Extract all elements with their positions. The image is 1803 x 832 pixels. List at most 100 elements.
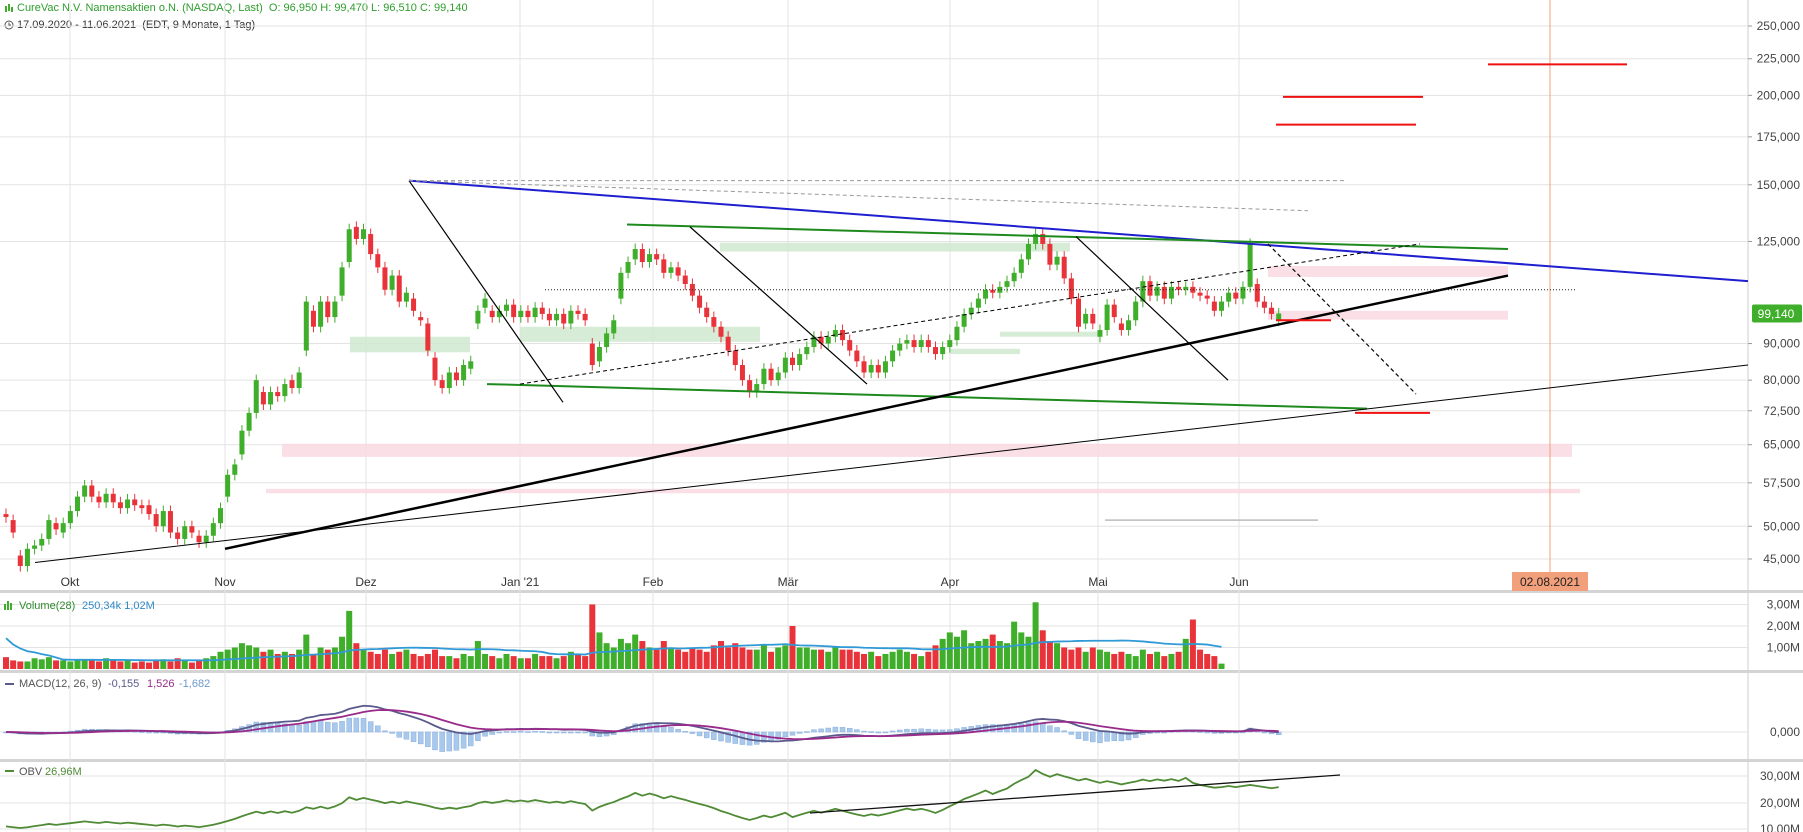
candle[interactable] bbox=[918, 334, 924, 353]
candle[interactable] bbox=[67, 505, 73, 529]
candle[interactable] bbox=[532, 302, 538, 323]
candle[interactable] bbox=[775, 366, 781, 386]
candle[interactable] bbox=[504, 299, 509, 317]
trendline-black-main[interactable] bbox=[224, 274, 1509, 551]
candle[interactable] bbox=[1083, 308, 1089, 330]
candle[interactable] bbox=[482, 293, 488, 314]
candle[interactable] bbox=[596, 341, 602, 367]
candle[interactable] bbox=[704, 302, 710, 323]
candle[interactable] bbox=[146, 499, 152, 520]
candle[interactable] bbox=[782, 352, 788, 379]
candle[interactable] bbox=[1168, 281, 1174, 305]
candle[interactable] bbox=[1240, 281, 1246, 305]
candle[interactable] bbox=[847, 334, 853, 357]
candle[interactable] bbox=[268, 386, 274, 411]
candle[interactable] bbox=[582, 308, 588, 326]
candle[interactable] bbox=[89, 479, 95, 503]
candle[interactable] bbox=[546, 308, 552, 326]
candle[interactable] bbox=[561, 308, 567, 330]
candle[interactable] bbox=[432, 352, 438, 386]
candle[interactable] bbox=[554, 308, 560, 326]
candle[interactable] bbox=[575, 305, 581, 320]
candle[interactable] bbox=[925, 334, 931, 353]
candle[interactable] bbox=[768, 363, 774, 386]
candle[interactable] bbox=[403, 287, 409, 308]
candle[interactable] bbox=[275, 386, 281, 402]
candle[interactable] bbox=[661, 253, 667, 279]
candle[interactable] bbox=[1261, 296, 1267, 314]
candle[interactable] bbox=[911, 334, 917, 353]
candle[interactable] bbox=[625, 256, 631, 279]
candle[interactable] bbox=[632, 243, 638, 266]
candle[interactable] bbox=[425, 317, 431, 357]
candle[interactable] bbox=[468, 355, 474, 375]
candle[interactable] bbox=[1140, 275, 1146, 308]
price-zone[interactable] bbox=[720, 242, 1070, 252]
candle[interactable] bbox=[189, 520, 195, 539]
candle[interactable] bbox=[654, 248, 660, 266]
candle[interactable] bbox=[346, 223, 352, 268]
trendline-blue[interactable] bbox=[408, 179, 1749, 283]
candle[interactable] bbox=[46, 514, 52, 545]
candle[interactable] bbox=[1247, 238, 1253, 293]
candle[interactable] bbox=[125, 493, 131, 514]
candle[interactable] bbox=[375, 248, 381, 274]
price-zone[interactable] bbox=[282, 443, 1572, 457]
candle[interactable] bbox=[983, 284, 989, 305]
candle[interactable] bbox=[589, 338, 595, 371]
candle[interactable] bbox=[17, 550, 23, 572]
candle[interactable] bbox=[1204, 290, 1210, 305]
candle[interactable] bbox=[639, 243, 645, 268]
candle[interactable] bbox=[139, 499, 145, 514]
candle[interactable] bbox=[747, 374, 753, 398]
price-zone[interactable] bbox=[350, 336, 470, 353]
candle[interactable] bbox=[1197, 287, 1203, 302]
candle[interactable] bbox=[975, 293, 981, 314]
candle[interactable] bbox=[103, 488, 109, 508]
candle[interactable] bbox=[868, 359, 874, 379]
candle[interactable] bbox=[218, 502, 223, 529]
candle[interactable] bbox=[296, 366, 302, 394]
candle[interactable] bbox=[24, 543, 30, 572]
price-zone[interactable] bbox=[266, 488, 1580, 494]
candle[interactable] bbox=[940, 341, 946, 360]
candle[interactable] bbox=[396, 270, 402, 308]
candle[interactable] bbox=[811, 331, 817, 353]
candle[interactable] bbox=[1090, 308, 1096, 330]
candle[interactable] bbox=[117, 496, 123, 514]
candle[interactable] bbox=[790, 352, 795, 371]
candle[interactable] bbox=[368, 228, 374, 260]
candle[interactable] bbox=[82, 479, 88, 503]
candle[interactable] bbox=[332, 296, 338, 323]
candle[interactable] bbox=[697, 290, 703, 314]
candle[interactable] bbox=[260, 386, 266, 411]
candle[interactable] bbox=[182, 520, 188, 545]
obv-trendline[interactable] bbox=[809, 774, 1341, 814]
candle[interactable] bbox=[411, 293, 417, 317]
candle[interactable] bbox=[10, 514, 16, 539]
candle[interactable] bbox=[339, 261, 345, 302]
candle[interactable] bbox=[732, 344, 738, 371]
candle[interactable] bbox=[1104, 299, 1110, 336]
candle[interactable] bbox=[1054, 251, 1060, 271]
stock-chart[interactable]: Okt Nov Dez Jan '21 Feb Mär Apr Mai Jun 250,000 22… bbox=[0, 0, 1803, 832]
candle[interactable] bbox=[1025, 238, 1031, 266]
candle[interactable] bbox=[897, 338, 903, 357]
candle[interactable] bbox=[203, 530, 209, 548]
candle[interactable] bbox=[303, 296, 309, 357]
candle[interactable] bbox=[310, 305, 316, 333]
candle[interactable] bbox=[761, 363, 767, 390]
price-zone[interactable] bbox=[950, 348, 1020, 355]
candle[interactable] bbox=[132, 493, 138, 511]
candle[interactable] bbox=[246, 407, 252, 437]
candle[interactable] bbox=[153, 508, 159, 532]
panel-separator-macd[interactable] bbox=[0, 670, 1803, 673]
candle[interactable] bbox=[875, 359, 881, 379]
candle[interactable] bbox=[1254, 278, 1260, 308]
candle[interactable] bbox=[1183, 281, 1189, 296]
candle[interactable] bbox=[382, 261, 388, 296]
candle[interactable] bbox=[389, 270, 395, 296]
candle[interactable] bbox=[96, 491, 102, 508]
candle[interactable] bbox=[32, 539, 38, 555]
candle[interactable] bbox=[840, 324, 846, 346]
